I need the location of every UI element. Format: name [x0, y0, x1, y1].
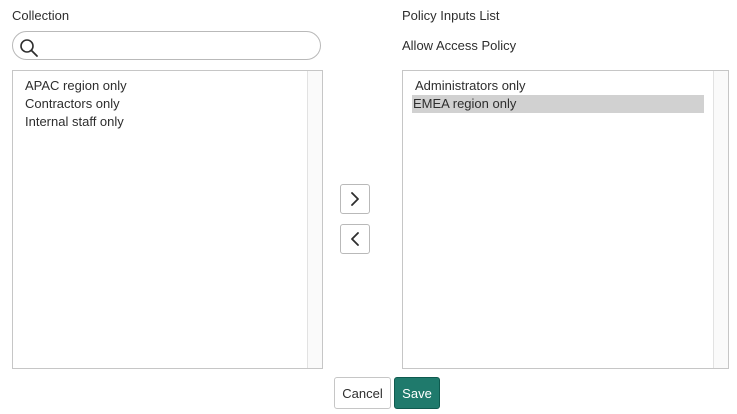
collection-item[interactable]: Contractors only	[24, 95, 120, 113]
collection-search[interactable]	[12, 31, 321, 60]
collection-listbox[interactable]: APAC region only Contractors only Intern…	[12, 70, 323, 369]
chevron-right-icon	[351, 192, 359, 206]
collection-item[interactable]: APAC region only	[24, 77, 127, 95]
policy-slushbucket: Collection APAC region only Contractors …	[0, 0, 737, 414]
policy-listbox[interactable]: Administrators only EMEA region only	[402, 70, 729, 369]
policy-inputs-list-label: Policy Inputs List	[402, 8, 500, 23]
collection-search-input[interactable]	[43, 36, 313, 56]
remove-from-policy-button[interactable]	[340, 224, 370, 254]
allow-access-policy-label: Allow Access Policy	[402, 38, 517, 53]
save-button[interactable]: Save	[394, 377, 440, 409]
collection-scrollbar[interactable]	[307, 71, 322, 368]
policy-item-selected[interactable]: EMEA region only	[412, 95, 704, 113]
chevron-left-icon	[351, 232, 359, 246]
policy-scrollbar[interactable]	[713, 71, 728, 368]
search-icon	[20, 39, 38, 57]
cancel-button[interactable]: Cancel	[334, 377, 391, 409]
collection-item[interactable]: Internal staff only	[24, 113, 124, 131]
collection-label: Collection	[12, 8, 70, 23]
add-to-policy-button[interactable]	[340, 184, 370, 214]
policy-item[interactable]: Administrators only	[414, 77, 526, 95]
